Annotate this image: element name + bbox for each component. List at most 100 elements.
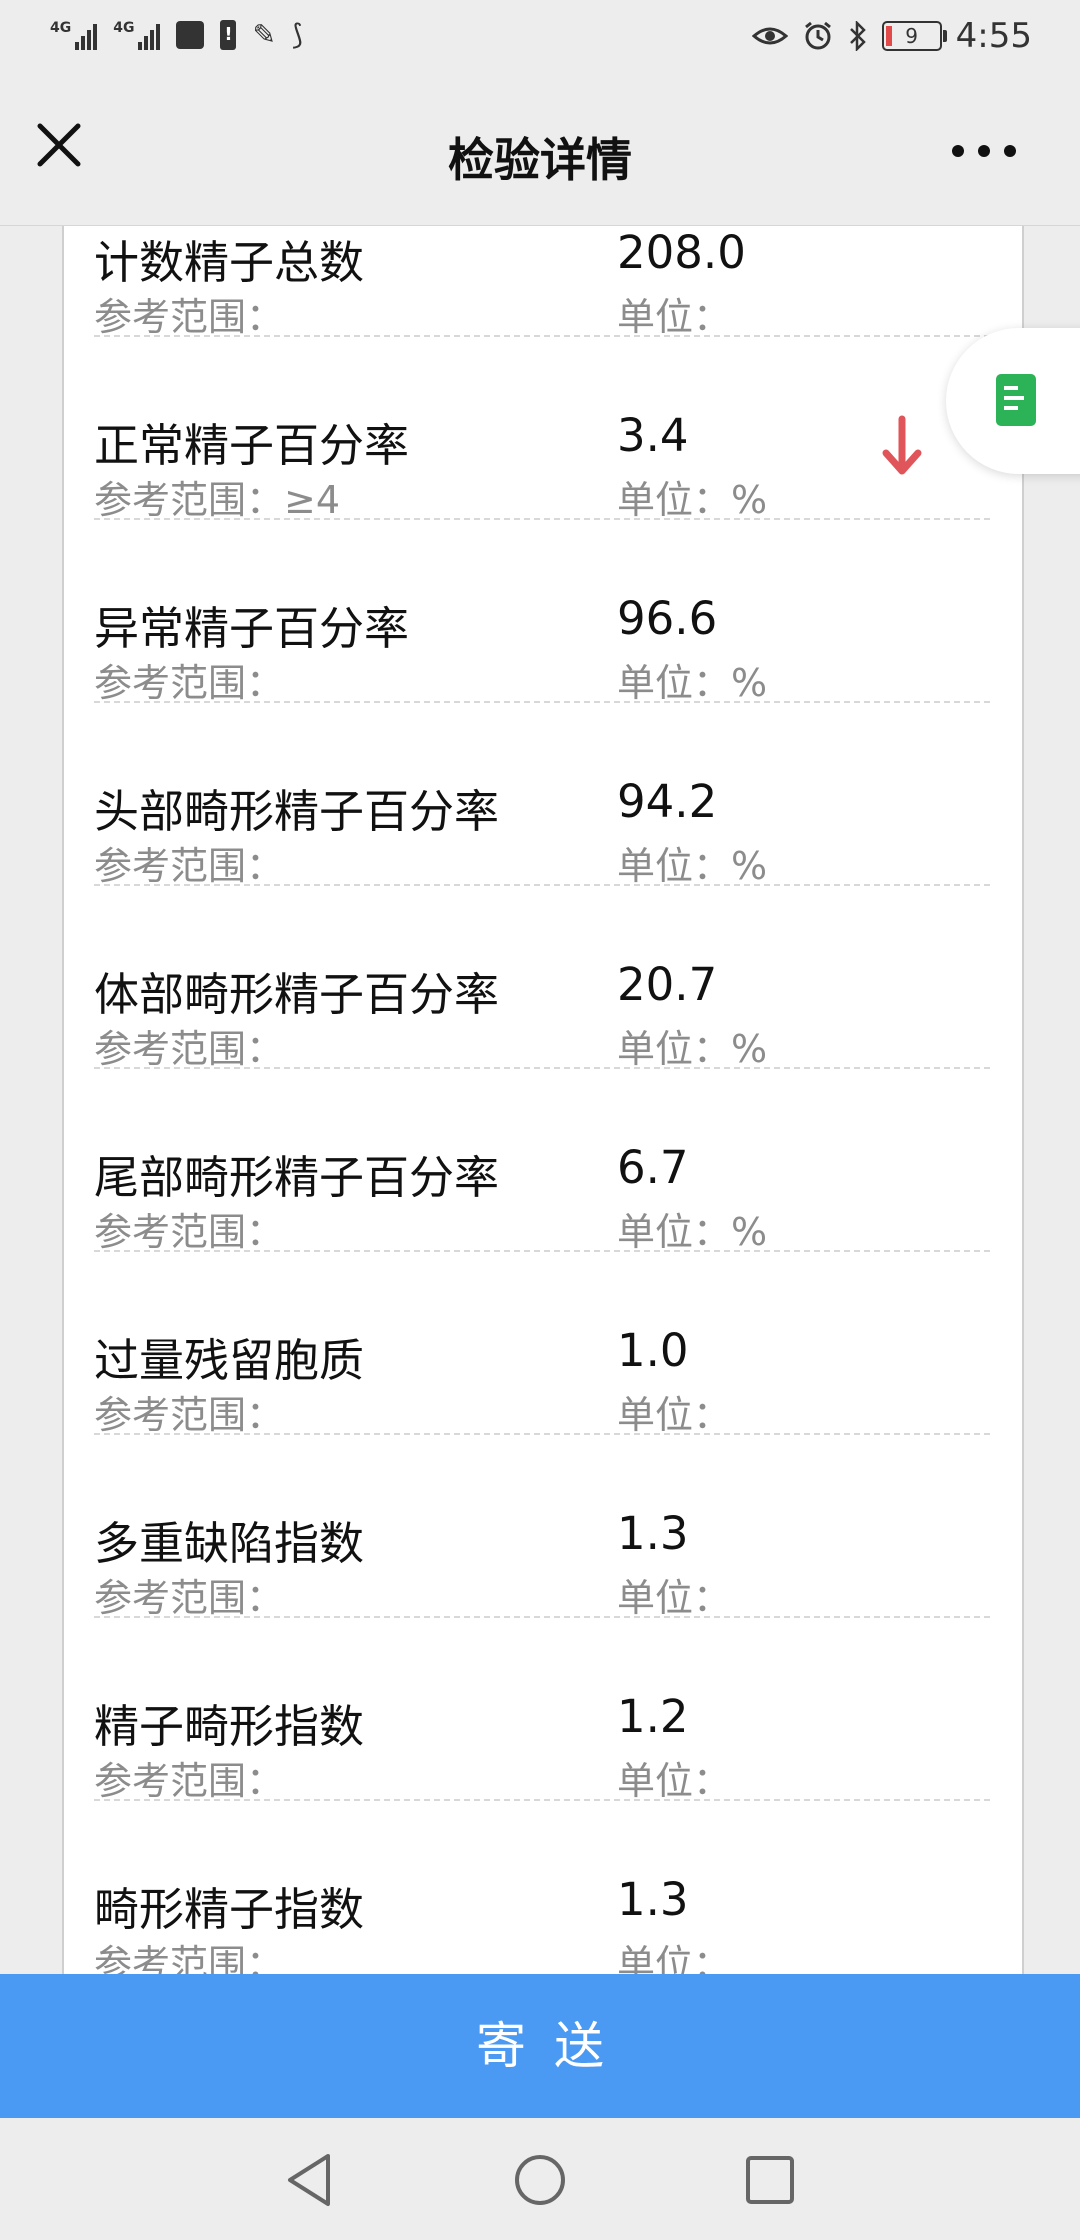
unit-label: 单位：	[617, 1576, 732, 1620]
network-type-2: 4G	[113, 19, 135, 36]
unit-label: 单位：	[617, 1027, 732, 1071]
status-bar: 4G 4G ! ✎ ⟆ 9 4:55	[0, 0, 1080, 80]
test-name: 体部畸形精子百分率	[94, 968, 500, 1021]
result-row: 体部畸形精子百分率 20.7 参考范围： 单位：%	[94, 884, 990, 1071]
result-list[interactable]: 计数精子总数 208.0 参考范围： 单位： 正常精子百分率 3.4 参考范围：≥4 单位：%…	[62, 226, 1024, 1974]
reference-range: 参考范围：	[94, 286, 284, 341]
reference-range-label: 参考范围：	[94, 1759, 285, 1803]
test-value: 20.7	[617, 958, 718, 1011]
reference-range-label: 参考范围：	[94, 1027, 285, 1071]
unit: 单位：	[617, 1567, 731, 1622]
reference-range-label: 参考范围：	[94, 1576, 285, 1620]
test-name: 尾部畸形精子百分率	[94, 1151, 500, 1204]
reference-range: 参考范围：	[94, 1384, 284, 1439]
reference-range-label: 参考范围：	[94, 295, 285, 339]
reference-range: 参考范围：≥4	[94, 469, 340, 524]
navigation-bar	[0, 2118, 1080, 2240]
title-bar: 检验详情	[0, 80, 1080, 226]
test-value: 208.0	[617, 226, 746, 279]
result-row: 精子畸形指数 1.2 参考范围： 单位：	[94, 1616, 990, 1803]
recents-button[interactable]	[738, 2148, 802, 2212]
test-value: 1.2	[617, 1690, 689, 1743]
alarm-icon	[804, 21, 831, 50]
headphone-app-icon	[176, 20, 205, 49]
test-name: 异常精子百分率	[94, 602, 410, 655]
result-row: 过量残留胞质 1.0 参考范围： 单位：	[94, 1250, 990, 1437]
recents-square-icon	[746, 2156, 794, 2204]
reference-range-label: 参考范围：	[94, 661, 285, 705]
reference-range-label: 参考范围：	[94, 1210, 285, 1254]
back-triangle-icon	[288, 2154, 330, 2206]
status-right: 9 4:55	[751, 16, 1032, 56]
result-row: 尾部畸形精子百分率 6.7 参考范围： 单位：%	[94, 1067, 990, 1254]
test-value: 1.3	[617, 1873, 689, 1926]
page-title: 检验详情	[448, 133, 632, 187]
unit-label: 单位：	[617, 661, 732, 705]
result-row: 正常精子百分率 3.4 参考范围：≥4 单位：%	[94, 335, 990, 522]
home-button[interactable]	[508, 2148, 572, 2212]
bluetooth-icon	[849, 21, 866, 51]
network-type: 4G	[50, 19, 72, 36]
test-value: 96.6	[617, 592, 718, 645]
reference-range: 参考范围：	[94, 1201, 284, 1256]
document-float-button[interactable]	[946, 328, 1080, 474]
test-name: 精子畸形指数	[94, 1700, 365, 1753]
battery-level: 9	[905, 24, 918, 48]
reference-range: 参考范围：	[94, 652, 284, 707]
test-value: 94.2	[617, 775, 718, 828]
unit: 单位：	[617, 1933, 731, 1974]
unit-value: %	[731, 478, 768, 522]
unit: 单位：	[617, 286, 731, 341]
reference-range-label: 参考范围：	[94, 478, 285, 522]
reference-range-label: 参考范围：	[94, 844, 285, 888]
reference-range: 参考范围：	[94, 1933, 284, 1974]
reference-range: 参考范围：	[94, 1567, 284, 1622]
unit-label: 单位：	[617, 1759, 732, 1803]
test-name: 畸形精子指数	[94, 1883, 365, 1936]
result-row: 异常精子百分率 96.6 参考范围： 单位：%	[94, 518, 990, 705]
unit-label: 单位：	[617, 1393, 732, 1437]
unit-value: %	[731, 1210, 768, 1254]
document-icon	[996, 374, 1036, 426]
unit: 单位：%	[617, 469, 767, 524]
arrow-down-icon	[882, 415, 922, 475]
status-left: 4G 4G ! ✎ ⟆	[50, 18, 303, 51]
test-name: 计数精子总数	[94, 236, 365, 289]
unit-value: %	[731, 661, 768, 705]
unit-value: %	[731, 844, 768, 888]
eye-icon	[751, 27, 788, 45]
signal-icon: 4G	[50, 19, 98, 50]
unit-label: 单位：	[617, 1210, 732, 1254]
result-row: 头部畸形精子百分率 94.2 参考范围： 单位：%	[94, 701, 990, 888]
result-row: 多重缺陷指数 1.3 参考范围： 单位：	[94, 1433, 990, 1620]
home-circle-icon	[515, 2155, 565, 2205]
reference-range: 参考范围：	[94, 1750, 284, 1805]
test-value: 3.4	[617, 409, 689, 462]
unit: 单位：	[617, 1750, 731, 1805]
unit: 单位：%	[617, 652, 767, 707]
unit-label: 单位：	[617, 1942, 732, 1974]
unit-label: 单位：	[617, 844, 732, 888]
reference-range-label: 参考范围：	[94, 1942, 285, 1974]
test-name: 过量残留胞质	[94, 1334, 365, 1387]
test-value: 1.3	[617, 1507, 689, 1560]
reference-range-value: ≥4	[284, 478, 341, 522]
more-icon	[952, 145, 1016, 157]
test-value: 6.7	[617, 1141, 689, 1194]
test-value: 1.0	[617, 1324, 689, 1377]
reference-range: 参考范围：	[94, 835, 284, 890]
unit: 单位：%	[617, 835, 767, 890]
test-name: 多重缺陷指数	[94, 1517, 365, 1570]
more-button[interactable]	[944, 136, 1024, 166]
battery-warning-icon: !	[220, 19, 237, 50]
test-name: 头部畸形精子百分率	[94, 785, 500, 838]
unit-label: 单位：	[617, 295, 732, 339]
send-button[interactable]: 寄送	[0, 1974, 1080, 2118]
test-name: 正常精子百分率	[94, 419, 410, 472]
signal-icon-2: 4G	[113, 19, 161, 50]
alipay-icon: ⟆	[291, 18, 303, 51]
back-button[interactable]	[278, 2148, 342, 2212]
unit: 单位：	[617, 1384, 731, 1439]
result-row: 畸形精子指数 1.3 参考范围： 单位：	[94, 1799, 990, 1974]
result-row: 计数精子总数 208.0 参考范围： 单位：	[94, 226, 990, 339]
